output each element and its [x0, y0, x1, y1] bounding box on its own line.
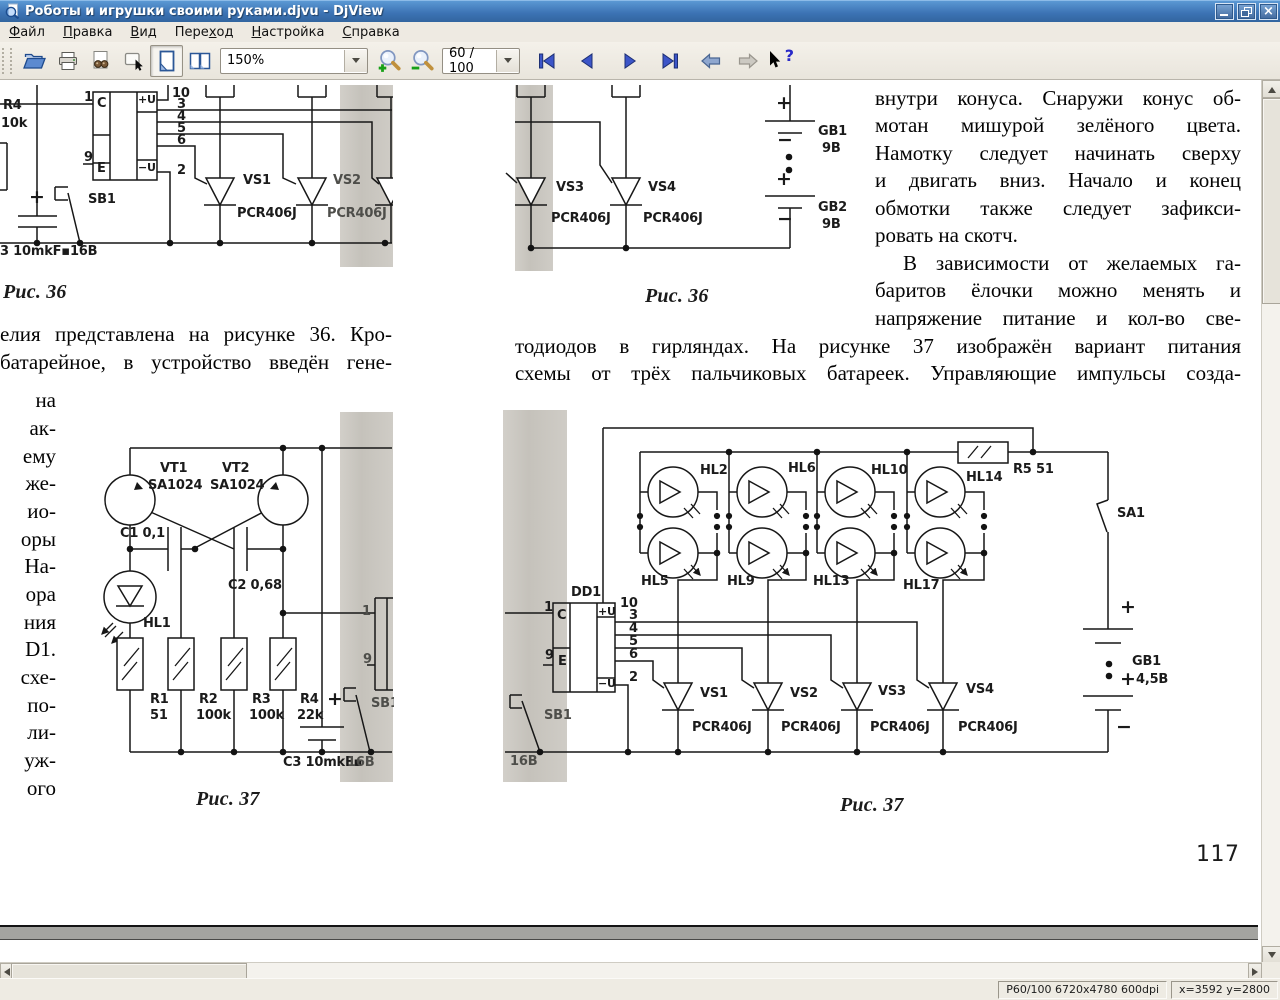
- arrow-left-icon: [0, 968, 10, 976]
- next-page-button[interactable]: [612, 45, 645, 77]
- chevron-down-icon: [352, 58, 360, 67]
- cursor-coords-field: x=3592 y=2800: [1171, 981, 1278, 999]
- help-question-glyph: ?: [785, 46, 794, 65]
- first-page-button[interactable]: [530, 45, 563, 77]
- first-page-icon: [535, 49, 559, 73]
- back-button[interactable]: [694, 45, 727, 77]
- status-bar: P60/100 6720x4780 600dpi x=3592 y=2800: [0, 978, 1280, 1000]
- title-bar[interactable]: Роботы и игрушки своими руками.djvu - Dj…: [0, 0, 1280, 22]
- previous-page-icon: [576, 49, 600, 73]
- print-button[interactable]: [51, 45, 84, 77]
- page-number-value: 60 / 100: [443, 46, 496, 76]
- chevron-down-icon: [504, 58, 512, 67]
- page-info-field: P60/100 6720x4780 600dpi: [998, 981, 1167, 999]
- facing-pages-icon: [188, 49, 212, 73]
- page-dropdown-button[interactable]: [496, 50, 519, 72]
- page-number-combobox[interactable]: 60 / 100: [442, 48, 520, 74]
- select-button[interactable]: [117, 45, 150, 77]
- menu-view[interactable]: Вид: [121, 22, 165, 42]
- zoom-in-icon: [376, 48, 402, 74]
- menu-file[interactable]: Файл: [0, 22, 54, 42]
- djview-app-icon: [4, 3, 20, 19]
- restore-button[interactable]: [1237, 3, 1256, 20]
- find-in-document-icon: [89, 49, 113, 73]
- zoom-dropdown-button[interactable]: [344, 50, 367, 72]
- select-area-icon: [122, 49, 146, 73]
- window-title: Роботы и игрушки своими руками.djvu - Dj…: [25, 4, 383, 19]
- horizontal-scrollbar[interactable]: [0, 962, 1262, 979]
- last-page-icon: [658, 49, 682, 73]
- menu-help[interactable]: Справка: [333, 22, 408, 42]
- arrow-up-icon: [1268, 83, 1276, 93]
- menu-goto[interactable]: Переход: [166, 22, 243, 42]
- close-icon: ×: [1263, 5, 1274, 18]
- find-button[interactable]: [84, 45, 117, 77]
- minimize-icon: [1220, 14, 1228, 16]
- document-viewport[interactable]: R410k1C9E+U−U1034562+SB1VS1PCR406JVS2PCR…: [0, 80, 1262, 962]
- djview-window: { "window": { "title": "Роботы и игрушки…: [0, 0, 1280, 1000]
- next-page-icon: [617, 49, 641, 73]
- minimize-button[interactable]: [1215, 3, 1234, 20]
- open-folder-icon: [22, 49, 47, 73]
- single-page-layout-button[interactable]: [150, 45, 183, 77]
- menu-edit[interactable]: Правка: [54, 22, 121, 42]
- facing-pages-layout-button[interactable]: [183, 45, 216, 77]
- open-button[interactable]: [18, 45, 51, 77]
- arrow-down-icon: [1268, 952, 1276, 962]
- menu-settings[interactable]: Настройка: [242, 22, 333, 42]
- forward-button[interactable]: [731, 45, 764, 77]
- scrollbar-corner: [1262, 962, 1280, 978]
- toolbar: 150% 60 / 100: [0, 42, 1280, 80]
- context-help-button[interactable]: ?: [764, 45, 797, 77]
- back-arrow-icon: [699, 49, 723, 73]
- zoom-out-button[interactable]: [405, 45, 438, 77]
- arrow-right-icon: [1252, 968, 1262, 976]
- zoom-in-button[interactable]: [372, 45, 405, 77]
- vertical-scrollbar[interactable]: [1261, 80, 1280, 962]
- schematic-figures: [0, 80, 1262, 962]
- previous-page-button[interactable]: [571, 45, 604, 77]
- zoom-value: 150%: [221, 53, 344, 68]
- menu-bar: Файл Правка Вид Переход Настройка Справк…: [0, 22, 1280, 43]
- zoom-combobox[interactable]: 150%: [220, 48, 368, 74]
- toolbar-drag-handle[interactable]: [2, 48, 12, 74]
- scroll-up-button[interactable]: [1262, 80, 1280, 98]
- zoom-out-icon: [409, 48, 435, 74]
- close-button[interactable]: ×: [1259, 3, 1278, 20]
- vertical-scrollbar-thumb[interactable]: [1262, 98, 1280, 304]
- printer-icon: [56, 49, 80, 73]
- single-page-icon: [155, 49, 179, 73]
- last-page-button[interactable]: [653, 45, 686, 77]
- forward-arrow-icon: [736, 49, 760, 73]
